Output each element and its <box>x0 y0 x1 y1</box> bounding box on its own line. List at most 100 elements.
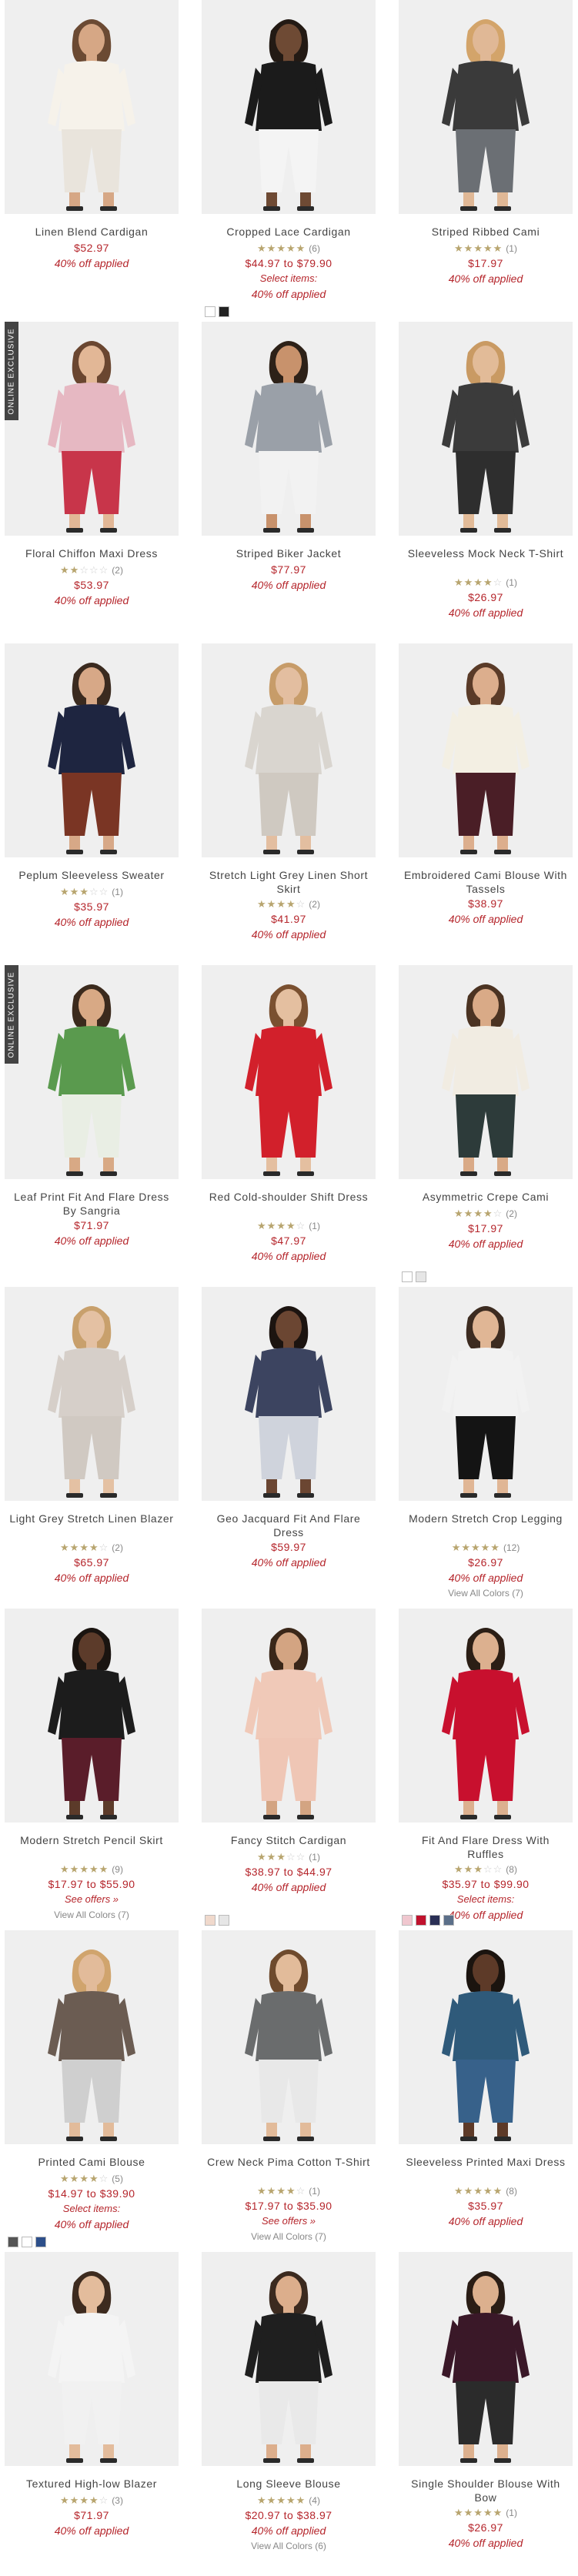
product-card[interactable]: Linen Blend Cardigan $52.97 40% off applie… <box>5 0 179 322</box>
product-name[interactable]: Floral Chiffon Maxi Dress <box>9 546 174 560</box>
review-count[interactable]: (5) <box>112 2173 123 2184</box>
color-swatch[interactable] <box>443 1915 454 1926</box>
product-card[interactable]: Single Shoulder Blouse With Bow ★★★★★ (1) $… <box>399 2252 573 2574</box>
product-name[interactable]: Linen Blend Cardigan <box>9 225 174 239</box>
product-card[interactable]: Stretch Light Grey Linen Short Skirt ★★★★… <box>202 643 376 965</box>
rating[interactable]: ★★★★★ (4) <box>202 2492 376 2508</box>
product-image[interactable]: ONLINE EXCLUSIVE <box>5 965 179 1179</box>
see-offers-link[interactable]: See offers » <box>5 1892 179 1907</box>
review-count[interactable]: (1) <box>506 2508 517 2518</box>
review-count[interactable]: (6) <box>309 243 320 254</box>
product-card[interactable]: Geo Jacquard Fit And Flare Dress $59.97 40… <box>202 1287 376 1609</box>
product-card[interactable]: Long Sleeve Blouse ★★★★★ (4) $20.97 to $38.… <box>202 2252 376 2574</box>
product-image[interactable] <box>5 1287 179 1501</box>
review-count[interactable]: (1) <box>112 887 123 897</box>
view-all-colors-link[interactable]: View All Colors (7) <box>5 1907 179 1923</box>
product-image[interactable] <box>202 0 376 214</box>
color-swatch[interactable] <box>205 1915 215 1926</box>
product-card[interactable]: Textured High-low Blazer ★★★★☆ (3) $71.97 40… <box>5 2252 179 2574</box>
product-card[interactable]: Sleeveless Printed Maxi Dress ★★★★★ (8) $35… <box>399 1930 573 2252</box>
product-image[interactable] <box>399 1287 573 1501</box>
product-name[interactable]: Single Shoulder Blouse With Bow <box>403 2477 568 2504</box>
product-name[interactable]: Long Sleeve Blouse <box>206 2477 371 2491</box>
product-card[interactable]: Light Grey Stretch Linen Blazer ★★★★☆ (2) $… <box>5 1287 179 1609</box>
product-name[interactable]: Modern Stretch Crop Legging <box>403 1512 568 1525</box>
product-card[interactable]: Printed Cami Blouse ★★★★☆ (5) $14.97 to $39… <box>5 1930 179 2252</box>
rating[interactable]: ★★★★☆ (1) <box>399 574 573 590</box>
product-name[interactable]: Sleeveless Mock Neck T-Shirt <box>403 546 568 560</box>
review-count[interactable]: (9) <box>112 1864 123 1875</box>
review-count[interactable]: (8) <box>506 1864 517 1875</box>
product-name[interactable]: Fancy Stitch Cardigan <box>206 1833 371 1847</box>
product-image[interactable] <box>5 1930 179 2144</box>
product-image[interactable] <box>5 1609 179 1823</box>
rating[interactable]: ★★★★★ (8) <box>399 2183 573 2199</box>
rating[interactable]: ★★★★☆ (5) <box>5 2170 179 2187</box>
product-name[interactable]: Cropped Lace Cardigan <box>206 225 371 239</box>
rating[interactable]: ★★★★☆ (1) <box>202 2183 376 2199</box>
review-count[interactable]: (4) <box>309 2495 320 2506</box>
product-image[interactable] <box>399 643 573 857</box>
review-count[interactable]: (2) <box>112 565 123 576</box>
review-count[interactable]: (12) <box>503 1542 520 1553</box>
product-image[interactable] <box>399 1930 573 2144</box>
color-swatch[interactable] <box>429 1915 440 1926</box>
product-image[interactable] <box>202 322 376 536</box>
review-count[interactable]: (2) <box>506 1208 517 1219</box>
rating[interactable]: ★★★★☆ (3) <box>5 2492 179 2508</box>
rating[interactable]: ★★★☆☆ (1) <box>202 1849 376 1865</box>
product-card[interactable]: Crew Neck Pima Cotton T-Shirt ★★★★☆ (1) $17… <box>202 1930 376 2252</box>
rating[interactable]: ★★★★★ (9) <box>5 1861 179 1877</box>
product-card[interactable]: ONLINE EXCLUSIVE Leaf Print Fit And Flare… <box>5 965 179 1287</box>
product-image[interactable] <box>202 965 376 1179</box>
rating[interactable]: ★★☆☆☆ (2) <box>5 562 179 578</box>
product-name[interactable]: Textured High-low Blazer <box>9 2477 174 2491</box>
color-swatch[interactable] <box>219 306 229 317</box>
rating[interactable]: ★★★☆☆ (1) <box>5 884 179 900</box>
rating[interactable]: ★★★★☆ (2) <box>399 1205 573 1221</box>
product-card[interactable]: Cropped Lace Cardigan ★★★★★ (6) $44.97 to $… <box>202 0 376 322</box>
product-image[interactable] <box>5 643 179 857</box>
color-swatch[interactable] <box>35 2237 46 2247</box>
product-name[interactable]: Peplum Sleeveless Sweater <box>9 868 174 882</box>
product-name[interactable]: Fit And Flare Dress With Ruffles <box>403 1833 568 1861</box>
product-image[interactable] <box>399 2252 573 2466</box>
color-swatch[interactable] <box>416 1271 426 1282</box>
product-image[interactable] <box>399 1609 573 1823</box>
rating[interactable]: ★★★★☆ (1) <box>202 1218 376 1234</box>
rating[interactable]: ★★★☆☆ (8) <box>399 1861 573 1877</box>
see-offers-link[interactable]: See offers » <box>202 2213 376 2229</box>
product-name[interactable]: Leaf Print Fit And Flare Dress By Sangri… <box>9 1190 174 1218</box>
review-count[interactable]: (1) <box>506 577 517 588</box>
color-swatch[interactable] <box>219 1915 229 1926</box>
product-card[interactable]: Modern Stretch Pencil Skirt ★★★★★ (9) $17.9… <box>5 1609 179 1930</box>
color-swatch[interactable] <box>8 2237 18 2247</box>
product-card[interactable]: Striped Biker Jacket $77.97 40% off applie… <box>202 322 376 643</box>
review-count[interactable]: (1) <box>309 1852 320 1863</box>
product-card[interactable]: Peplum Sleeveless Sweater ★★★☆☆ (1) $35.97 4… <box>5 643 179 965</box>
product-name[interactable]: Embroidered Cami Blouse With Tassels <box>403 868 568 896</box>
rating[interactable]: ★★★★☆ (2) <box>5 1539 179 1555</box>
product-card[interactable]: Striped Ribbed Cami ★★★★★ (1) $17.97 40% off… <box>399 0 573 322</box>
product-name[interactable]: Crew Neck Pima Cotton T-Shirt <box>206 2155 371 2169</box>
color-swatch[interactable] <box>402 1271 413 1282</box>
review-count[interactable]: (1) <box>309 2186 320 2197</box>
rating[interactable]: ★★★★★ (1) <box>399 240 573 256</box>
rating[interactable]: ★★★★☆ (2) <box>202 896 376 912</box>
product-image[interactable] <box>399 0 573 214</box>
review-count[interactable]: (3) <box>112 2495 123 2506</box>
product-image[interactable] <box>399 322 573 536</box>
product-card[interactable]: Asymmetric Crepe Cami ★★★★☆ (2) $17.97 40% o… <box>399 965 573 1287</box>
product-card[interactable]: Embroidered Cami Blouse With Tassels $38.… <box>399 643 573 965</box>
rating[interactable]: ★★★★★ (6) <box>202 240 376 256</box>
product-card[interactable]: Red Cold-shoulder Shift Dress ★★★★☆ (1) $47… <box>202 965 376 1287</box>
product-image[interactable] <box>202 1930 376 2144</box>
product-image[interactable] <box>5 2252 179 2466</box>
product-name[interactable]: Stretch Light Grey Linen Short Skirt <box>206 868 371 896</box>
product-name[interactable]: Sleeveless Printed Maxi Dress <box>403 2155 568 2169</box>
product-name[interactable]: Light Grey Stretch Linen Blazer <box>9 1512 174 1525</box>
review-count[interactable]: (2) <box>309 899 320 910</box>
view-all-colors-link[interactable]: View All Colors (7) <box>399 1585 573 1601</box>
product-name[interactable]: Modern Stretch Pencil Skirt <box>9 1833 174 1847</box>
product-name[interactable]: Striped Biker Jacket <box>206 546 371 560</box>
